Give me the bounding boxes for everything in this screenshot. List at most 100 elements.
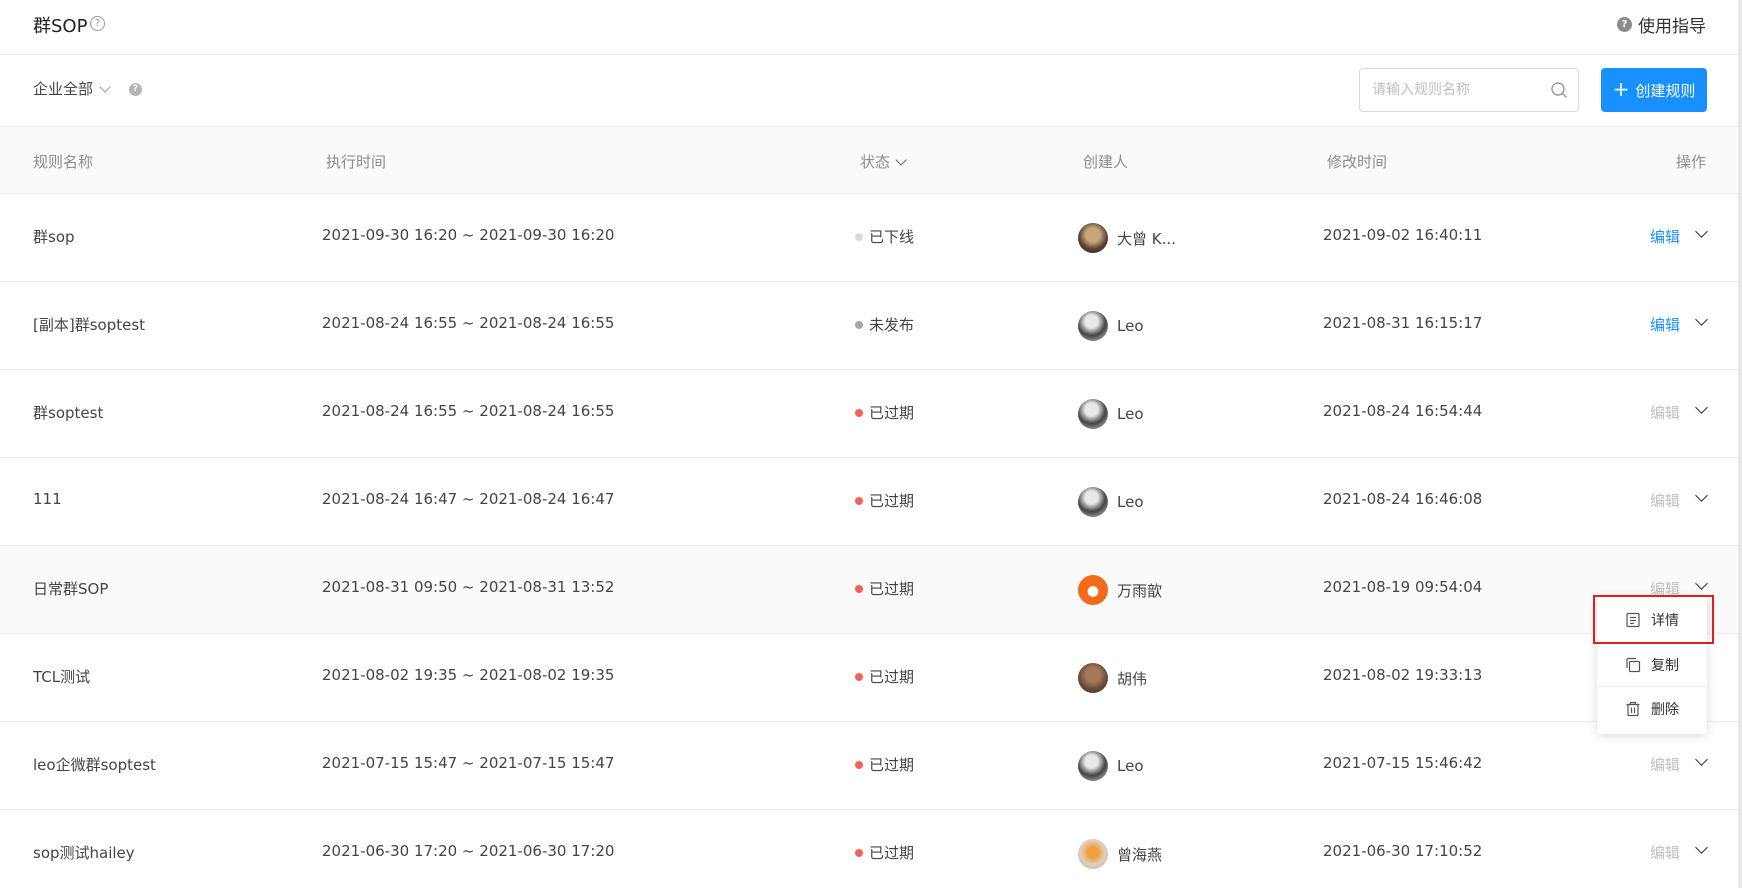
search-icon[interactable] [1550, 81, 1568, 99]
search-input[interactable] [1372, 69, 1542, 111]
table-row: 群sop 2021-09-30 16:20 ~ 2021-09-30 16:20… [0, 194, 1738, 282]
table-row: TCL测试 2021-08-02 19:35 ~ 2021-08-02 19:3… [0, 634, 1738, 722]
execution-time: 2021-08-31 09:50 ~ 2021-08-31 13:52 [322, 578, 615, 596]
help-icon[interactable]: ? [90, 16, 105, 31]
more-actions-toggle[interactable] [1694, 313, 1710, 330]
top-bar: 群SOP ? ? 使用指导 [0, 0, 1738, 55]
status-dot [855, 320, 863, 329]
status-badge: 未发布 [855, 314, 914, 335]
status-text: 未发布 [869, 316, 915, 334]
modified-time: 2021-09-02 16:40:11 [1323, 226, 1483, 244]
status-dot [855, 496, 863, 505]
avatar [1078, 663, 1108, 693]
avatar [1078, 487, 1108, 517]
creator-name: 万雨歆 [1117, 581, 1163, 600]
status-text: 已过期 [869, 492, 915, 510]
creator-name: 曾海燕 [1117, 845, 1163, 864]
execution-time: 2021-09-30 16:20 ~ 2021-09-30 16:20 [322, 226, 615, 244]
more-actions-toggle[interactable] [1694, 753, 1710, 770]
creator: Leo [1078, 487, 1144, 517]
edit-link[interactable]: 编辑 [1650, 490, 1680, 511]
status-dot [855, 760, 863, 769]
execution-time: 2021-08-24 16:55 ~ 2021-08-24 16:55 [322, 402, 615, 420]
execution-time: 2021-08-24 16:47 ~ 2021-08-24 16:47 [322, 490, 615, 508]
menu-item-copy[interactable]: 复制 [1597, 642, 1707, 686]
creator: Leo [1078, 399, 1144, 429]
chevron-down-icon [1695, 225, 1708, 238]
edit-link[interactable]: 编辑 [1650, 226, 1680, 247]
edit-link[interactable]: 编辑 [1650, 402, 1680, 423]
more-actions-toggle[interactable] [1694, 577, 1710, 594]
more-actions-toggle[interactable] [1694, 489, 1710, 506]
scope-select[interactable]: 企业全部 [33, 78, 111, 99]
more-actions-toggle[interactable] [1694, 841, 1710, 858]
column-header-modified: 修改时间 [1327, 153, 1388, 171]
status-dot [855, 584, 863, 593]
status-dot [855, 408, 863, 417]
creator: Leo [1078, 311, 1144, 341]
trash-icon [1626, 701, 1640, 716]
status-badge: 已下线 [855, 226, 914, 247]
column-header-creator: 创建人 [1083, 153, 1129, 171]
rule-name: 日常群SOP [33, 580, 109, 598]
status-text: 已过期 [869, 756, 915, 774]
filter-bar: 企业全部 ? + 创建规则 [0, 56, 1738, 126]
status-badge: 已过期 [855, 578, 914, 599]
avatar [1078, 575, 1108, 605]
search-box[interactable] [1359, 68, 1579, 112]
avatar [1078, 223, 1108, 253]
menu-item-label: 删除 [1651, 701, 1679, 718]
rule-name: leo企微群soptest [33, 756, 156, 774]
highlight-box [1593, 595, 1714, 644]
creator: 曾海燕 [1078, 839, 1162, 869]
creator-name: 大曾 K... [1117, 229, 1176, 248]
creator: 大曾 K... [1078, 223, 1176, 253]
edit-link[interactable]: 编辑 [1650, 754, 1680, 775]
create-rule-button[interactable]: + 创建规则 [1601, 68, 1707, 112]
rule-name: 群sop [33, 228, 75, 246]
avatar [1078, 311, 1108, 341]
status-filter-label: 状态 [860, 153, 891, 171]
rule-name: 111 [33, 490, 62, 508]
creator-name: Leo [1117, 317, 1144, 335]
creator-name: Leo [1117, 757, 1144, 775]
menu-item-delete[interactable]: 删除 [1597, 686, 1707, 730]
chevron-down-icon [1695, 313, 1708, 326]
table-row: 111 2021-08-24 16:47 ~ 2021-08-24 16:47 … [0, 458, 1738, 546]
status-badge: 已过期 [855, 666, 914, 687]
execution-time: 2021-07-15 15:47 ~ 2021-07-15 15:47 [322, 754, 615, 772]
creator-name: Leo [1117, 493, 1144, 511]
modified-time: 2021-08-02 19:33:13 [1323, 666, 1483, 684]
modified-time: 2021-08-19 09:54:04 [1323, 578, 1483, 596]
status-dot [855, 848, 863, 857]
status-badge: 已过期 [855, 490, 914, 511]
chevron-down-icon [1695, 489, 1708, 502]
status-text: 已过期 [869, 580, 915, 598]
column-header-actions: 操作 [1676, 153, 1707, 171]
status-text: 已下线 [869, 228, 915, 246]
execution-time: 2021-08-24 16:55 ~ 2021-08-24 16:55 [322, 314, 615, 332]
column-header-name: 规则名称 [33, 153, 94, 171]
table-row: 日常群SOP 2021-08-31 09:50 ~ 2021-08-31 13:… [0, 546, 1738, 634]
creator: 胡伟 [1078, 663, 1147, 693]
edit-link[interactable]: 编辑 [1650, 842, 1680, 863]
chevron-down-icon [1695, 401, 1708, 414]
status-dot [855, 232, 863, 241]
column-header-status[interactable]: 状态 [860, 151, 907, 172]
status-dot [855, 672, 863, 681]
edit-link[interactable]: 编辑 [1650, 314, 1680, 335]
modified-time: 2021-06-30 17:10:52 [1323, 842, 1483, 860]
scrollbar[interactable] [1738, 0, 1742, 888]
scope-select-label: 企业全部 [33, 80, 94, 98]
table-row: sop测试hailey 2021-06-30 17:20 ~ 2021-06-3… [0, 810, 1738, 888]
rule-name: [副本]群soptest [33, 316, 146, 334]
more-actions-toggle[interactable] [1694, 225, 1710, 242]
chevron-down-icon [1695, 577, 1708, 590]
usage-guide-link[interactable]: ? 使用指导 [1617, 12, 1706, 37]
more-actions-toggle[interactable] [1694, 401, 1710, 418]
question-icon[interactable]: ? [129, 83, 142, 96]
status-text: 已过期 [869, 404, 915, 422]
execution-time: 2021-08-02 19:35 ~ 2021-08-02 19:35 [322, 666, 615, 684]
menu-item-label: 复制 [1651, 657, 1679, 674]
execution-time: 2021-06-30 17:20 ~ 2021-06-30 17:20 [322, 842, 615, 860]
